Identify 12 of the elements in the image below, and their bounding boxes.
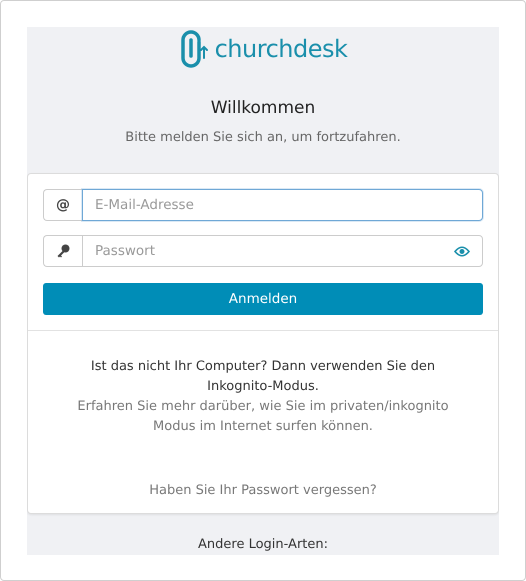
- other-logins-label: Andere Login-Arten:: [198, 537, 328, 552]
- key-icon: [56, 244, 70, 258]
- eye-icon[interactable]: [454, 246, 470, 256]
- incognito-link[interactable]: Erfahren Sie mehr darüber, wie Sie im privaten/inkognito Modus im Internet surfen können.: [58, 397, 468, 437]
- email-input[interactable]: E-Mail-Adresse: [83, 190, 482, 220]
- subtitle: Bitte melden Sie sich an, um fortzufahren.: [125, 130, 401, 145]
- logo-text: churchdesk: [214, 35, 348, 63]
- incognito-notice: Ist das nicht Ihr Computer? Dann verwenden Sie den Inkognito-Modus.: [90, 358, 436, 396]
- welcome-heading: Willkommen: [210, 98, 316, 118]
- paperclip-icon: [178, 28, 209, 70]
- login-button[interactable]: Anmelden: [43, 283, 483, 315]
- forgot-password-link[interactable]: Haben Sie Ihr Passwort vergessen?: [149, 481, 377, 501]
